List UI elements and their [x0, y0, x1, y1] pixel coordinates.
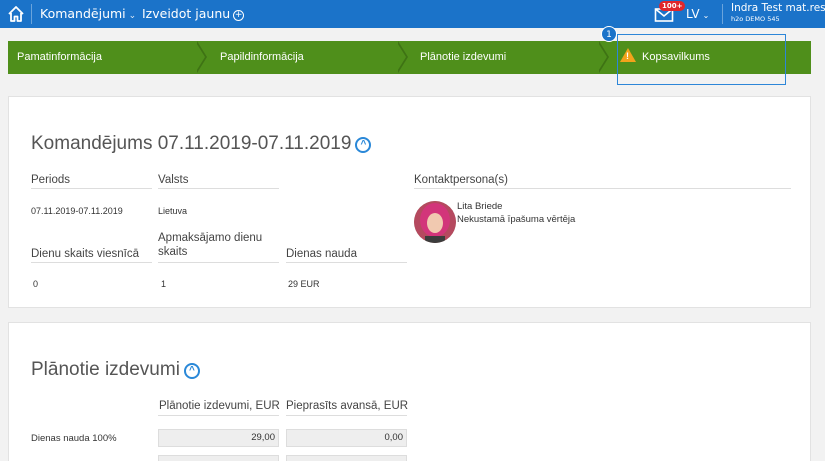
divider [158, 415, 279, 416]
step-additional-info[interactable]: Papildinformācija [220, 41, 304, 74]
label-period: Periods [31, 174, 70, 186]
user-menu[interactable]: Indra Test mat.res ⌄ h2o DEMO 545 [731, 2, 825, 24]
plus-circle-icon: + [233, 10, 245, 21]
planned-amount-field[interactable] [158, 455, 279, 461]
label-country: Valsts [158, 174, 189, 186]
contact-role: Nekustamā īpašuma vērtēja [457, 214, 576, 225]
planned-expenses-panel: Plānotie izdevumi ^ Plānotie izdevumi, EU… [8, 322, 811, 461]
step-separator [195, 41, 205, 73]
divider [286, 262, 407, 263]
column-header-planned: Plānotie izdevumi, EUR [159, 400, 280, 412]
topbar-divider [31, 4, 32, 24]
divider [158, 188, 279, 189]
menu-create-label: Izveidot jaunu [142, 6, 231, 21]
active-step-highlight [617, 34, 786, 85]
trip-summary-panel: Komandējums 07.11.2019-07.11.2019 ^ Perio… [8, 96, 811, 308]
step-separator [597, 41, 607, 73]
user-organization: h2o DEMO 545 [731, 15, 780, 23]
value-period: 07.11.2019-07.11.2019 [31, 206, 123, 216]
planned-amount-field[interactable]: 29,00 [158, 429, 279, 447]
divider [414, 188, 791, 189]
step-planned-expenses[interactable]: Plānotie izdevumi [420, 41, 506, 74]
divider [158, 262, 279, 263]
top-navigation-bar: Komandējumi ⌄ Izveidot jaunu + 100+ LV ⌄ In… [0, 0, 825, 28]
collapse-chevron-up-icon[interactable]: ^ [355, 137, 372, 153]
menu-trips[interactable]: Komandējumi ⌄ [40, 6, 136, 21]
menu-create-new[interactable]: Izveidot jaunu + [142, 6, 245, 21]
step-label: Pamatinformācija [17, 51, 102, 63]
column-header-advance: Pieprasīts avansā, EUR [286, 400, 409, 412]
value-hotel-days: 0 [33, 279, 39, 289]
menu-trips-label: Komandējumi [40, 6, 126, 21]
language-label: LV [686, 7, 700, 21]
topbar-divider [722, 4, 723, 24]
collapse-chevron-up-icon[interactable]: ^ [183, 363, 200, 379]
step-basic-info[interactable]: Pamatinformācija [17, 41, 102, 74]
step-label: Plānotie izdevumi [420, 51, 507, 63]
language-selector[interactable]: LV ⌄ [686, 7, 709, 21]
label-hotel-days: Dienu skaits viesnīcā [31, 248, 140, 260]
planned-title: Plānotie izdevumi ^ [31, 359, 200, 381]
divider [286, 415, 407, 416]
avatar [414, 201, 456, 243]
chevron-down-icon: ⌄ [702, 11, 710, 20]
step-number-badge: 1 [601, 26, 617, 42]
trip-title: Komandējums 07.11.2019-07.11.2019 ^ [31, 133, 372, 155]
user-name: Indra Test mat.res [731, 2, 825, 14]
label-paid-days: Apmaksājamo dienu skaits [158, 232, 263, 258]
value-country: Lietuva [158, 206, 188, 216]
label-contacts: Kontaktpersona(s) [414, 174, 508, 186]
advance-amount-field[interactable] [286, 455, 407, 461]
mail-count-badge: 100+ [659, 1, 686, 11]
chevron-down-icon: ⌄ [128, 11, 137, 21]
step-label: Papildinformācija [220, 51, 304, 63]
divider [31, 188, 152, 189]
row-label-daily-allowance: Dienas nauda 100% [31, 433, 117, 444]
step-separator [396, 41, 406, 73]
value-daily-allowance: 29 EUR [288, 279, 320, 289]
planned-title-text: Plānotie izdevumi [31, 359, 180, 380]
trip-title-text: Komandējums 07.11.2019-07.11.2019 [31, 133, 352, 154]
contact-name[interactable]: Lita Briede [457, 201, 502, 212]
divider [31, 262, 152, 263]
home-icon[interactable] [6, 4, 26, 24]
advance-amount-field[interactable]: 0,00 [286, 429, 407, 447]
value-paid-days: 1 [161, 279, 167, 289]
label-daily-allowance: Dienas nauda [286, 248, 357, 260]
